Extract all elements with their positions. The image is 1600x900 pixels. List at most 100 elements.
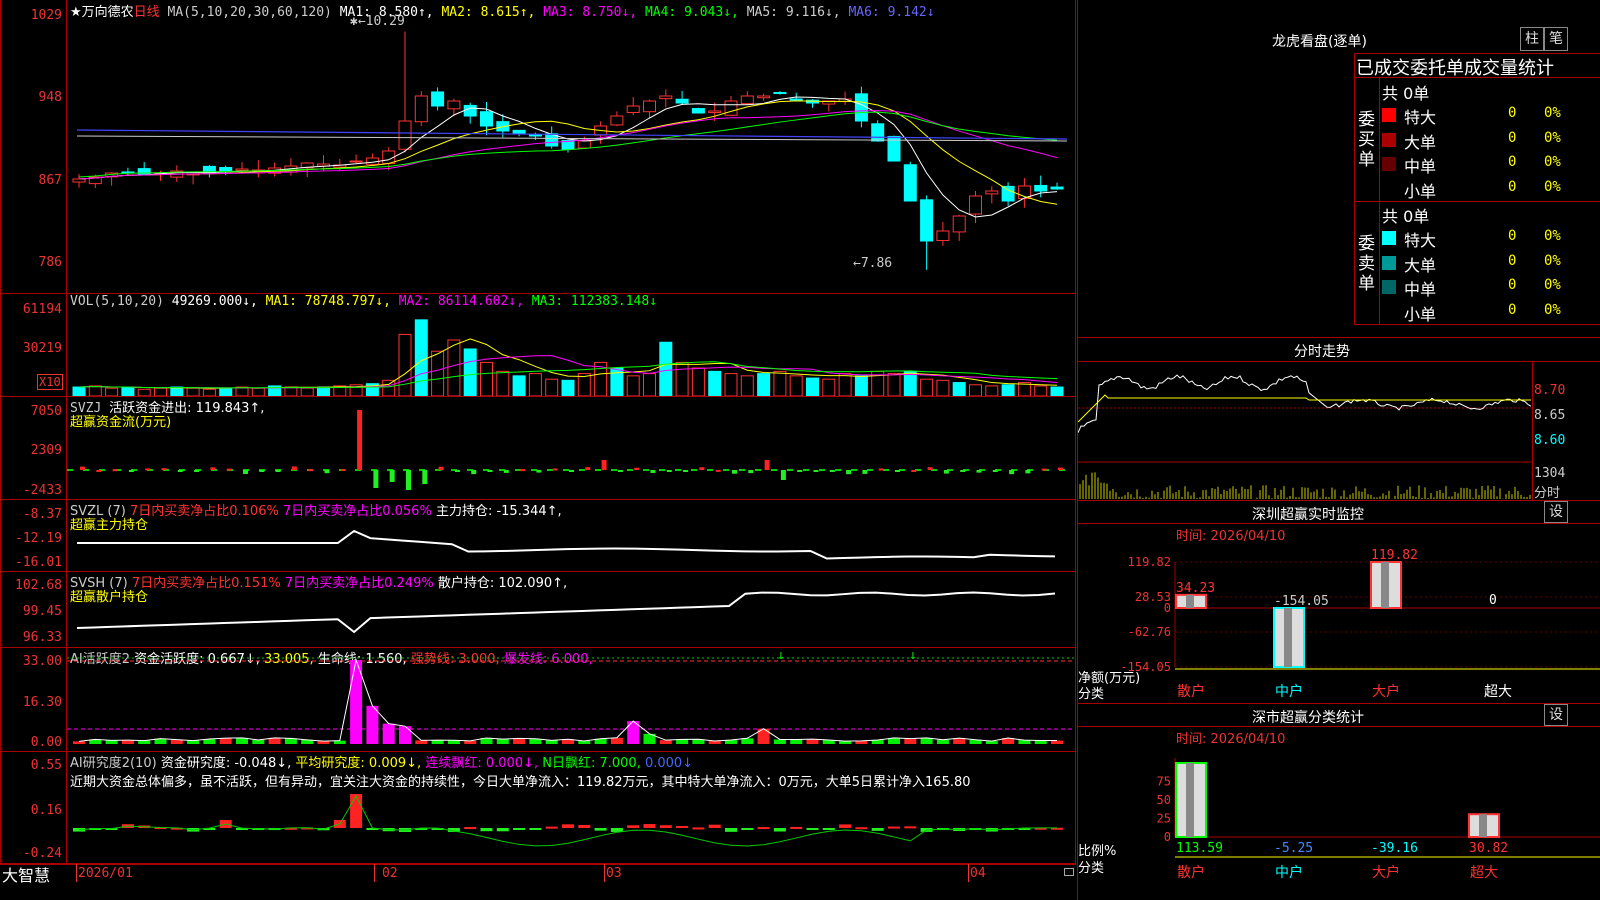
row-value: 0 [1508,154,1517,170]
research-bar [676,825,689,828]
kline-ytick-3: 867 [38,173,62,188]
sell-row-2: 中单 0 0% [1382,276,1600,299]
volume-bar [789,375,803,396]
sz-class-value-label: 30.82 [1469,841,1508,856]
svzl-ytick-3: -16.01 [15,555,62,570]
svzj-ytick-3: -2433 [22,483,62,498]
candle-body [675,98,689,104]
bar-mode-button[interactable]: 柱 [1520,27,1544,51]
lock-icon[interactable] [1064,868,1074,876]
flow-bar [340,468,346,471]
candle-body [1034,184,1048,192]
buy-side-label: 委买单 [1358,110,1375,170]
row-name: 小单 [1404,181,1437,201]
research-bar [806,828,819,830]
buy-total: 共 0单 [1382,84,1430,103]
flow-bar [911,469,917,472]
sell-row-0: 特大 0 0% [1382,227,1600,250]
research-bar [627,825,640,828]
activity-bar [806,739,819,744]
research-bar [529,828,542,830]
row-percent: 0% [1544,228,1561,244]
sz-monitor-value-label: 34.23 [1176,581,1215,596]
activity-bar [366,705,379,744]
row-value: 0 [1508,129,1517,146]
buy-row-0: 特大 0 0% [1382,104,1600,127]
flow-bar [829,470,835,472]
sz-monitor-bar-shade [1186,594,1194,608]
flow-bar [846,470,852,475]
flow-bar [503,470,509,473]
volume-chart[interactable] [67,310,1075,396]
flow-bar [715,469,721,472]
activity-bar [431,740,444,744]
candle-body [528,134,542,137]
research-chart[interactable] [67,790,1075,863]
research-bar [513,828,526,830]
candle-body [626,105,640,113]
sz-class-category: 中户 [1275,864,1303,881]
sz-monitor-value-label: -154.05 [1274,594,1329,609]
volume-bar [317,386,330,396]
research-bar [692,827,705,830]
volume-bar [659,341,673,396]
buy-row-1: 大单 0 0% [1382,129,1600,152]
candle-body [512,129,526,134]
candlestick-chart[interactable] [67,16,1075,294]
flow-bar [666,470,672,472]
ai2-header: AI研究度2(10) 资金研究度: -0.048↓, 平均研究度: 0.009↓… [70,756,694,771]
activity-chart[interactable]: ↓ ↓ [67,650,1075,751]
row-percent: 0% [1544,178,1561,195]
sz-class-ytick: 25 [1157,812,1171,826]
flow-bar [764,460,770,470]
sz-monitor-category: 散户 [1177,683,1205,700]
flow-bar [275,470,281,472]
svsh-ytick-1: 102.68 [15,578,62,593]
fenshi-title: 分时走势 [1294,344,1350,360]
sz-class-value-label: 113.59 [1176,841,1223,856]
candle-body [1001,185,1015,202]
volume-bar [757,373,771,396]
flow-bar [177,470,183,472]
vol-ma3: MA3: 112383.148↓ [531,294,658,309]
tick-mode-button[interactable]: 笔 [1544,27,1568,51]
volume-bar [105,387,119,396]
row-name: 中单 [1404,157,1437,176]
row-value: 0 [1508,252,1517,269]
row-value: 0 [1508,301,1517,318]
x-axis [0,864,1076,885]
volume-bar [1034,385,1048,396]
sz-monitor-settings-button[interactable]: 设 [1544,501,1568,523]
row-name: 中单 [1404,280,1437,299]
activity-bar [105,740,118,744]
activity-bar [73,741,85,744]
sz-class-ytick: 0 [1164,830,1171,844]
sz-class-settings-button[interactable]: 设 [1544,704,1568,726]
main-position-chart[interactable] [67,525,1075,571]
main-chart-area[interactable]: ★万向德农日线 MA(5,10,20,30,60,120) MA1: 8.580… [0,0,1076,885]
sz-monitor-ytick: -154.05 [1120,660,1171,674]
flow-bar [96,469,102,472]
flow-bar [650,470,656,473]
ai2-ytick-3: -0.24 [22,846,62,861]
fund-flow-chart[interactable] [67,400,1075,499]
candle-body [854,93,868,122]
sz-monitor-chart[interactable]: 119.8228.530-62.76-154.0534.23散户-154.05中… [1078,540,1600,702]
flow-bar [780,470,786,480]
candle-body [447,100,461,110]
volume-bar [887,373,901,396]
sz-class-chart[interactable]: 75 50 25 0 113.59 散户 -5.25 中户 -39.16 大户 30.82 超大 [1078,745,1600,900]
intraday-chart[interactable] [1078,362,1532,500]
volume-bar [561,379,575,396]
kline-ytick-1: 1029 [30,8,62,23]
flow-bar [536,470,542,473]
retail-position-chart[interactable] [67,590,1075,647]
volume-bar [121,386,135,396]
flow-bar [732,470,737,474]
volume-bar [463,348,477,396]
research-bar [773,828,786,832]
legend-swatch [1382,255,1396,270]
buy-row-3: 小单 0 0% [1382,178,1600,201]
activity-bar [252,739,265,744]
volume-bar [1001,384,1015,396]
